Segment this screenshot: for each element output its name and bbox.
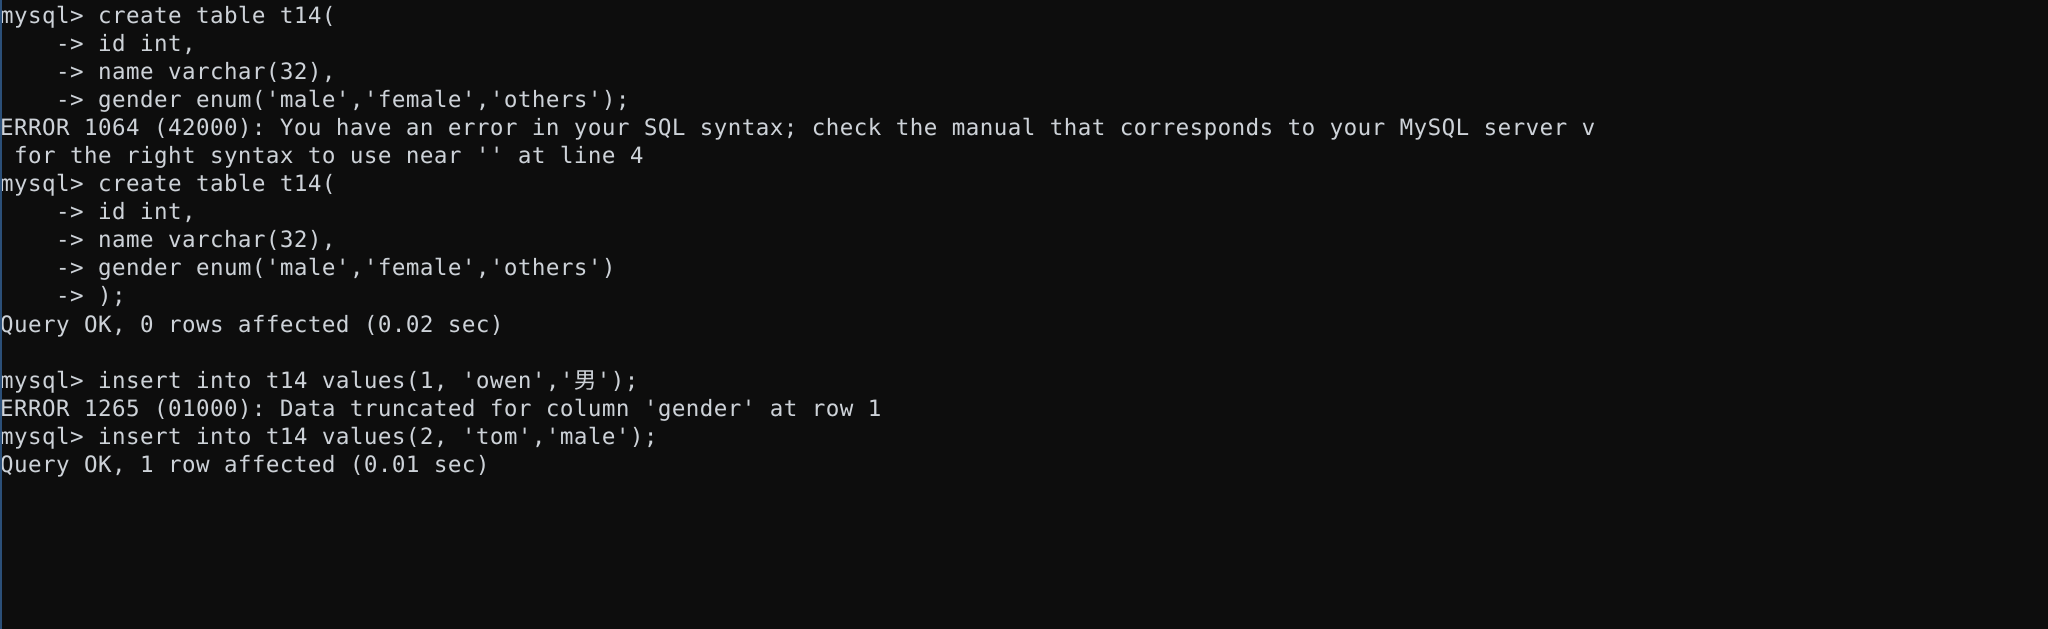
terminal-line: ERROR 1265 (01000): Data truncated for c… [0, 395, 882, 422]
terminal-line: mysql> insert into t14 values(2, 'tom','… [0, 423, 658, 450]
terminal-line: mysql> create table t14( [0, 3, 336, 29]
terminal-line: mysql> insert into t14 values(1, 'owen',… [0, 367, 639, 394]
terminal-line: mysql> create table t14( [0, 171, 336, 198]
terminal-line: -> gender enum('male','female','others') [0, 255, 616, 282]
terminal-line: Query OK, 1 row affected (0.01 sec) [0, 451, 490, 478]
terminal-screen[interactable]: mysql> create table t14( -> id int, -> n… [0, 0, 2048, 479]
terminal-line: Query OK, 0 rows affected (0.02 sec) [0, 311, 504, 338]
terminal-window[interactable]: mysql> create table t14( -> id int, -> n… [0, 0, 2048, 629]
terminal-line: -> name varchar(32), [0, 59, 336, 86]
terminal-line: ERROR 1064 (42000): You have an error in… [0, 115, 1596, 142]
terminal-line: for the right syntax to use near '' at l… [0, 143, 644, 170]
terminal-line: -> id int, [0, 199, 196, 226]
terminal-line: -> gender enum('male','female','others')… [0, 87, 630, 114]
terminal-line: -> ); [0, 283, 126, 310]
terminal-line: -> id int, [0, 31, 196, 58]
terminal-line: -> name varchar(32), [0, 227, 336, 254]
terminal-left-rule [0, 0, 2, 629]
